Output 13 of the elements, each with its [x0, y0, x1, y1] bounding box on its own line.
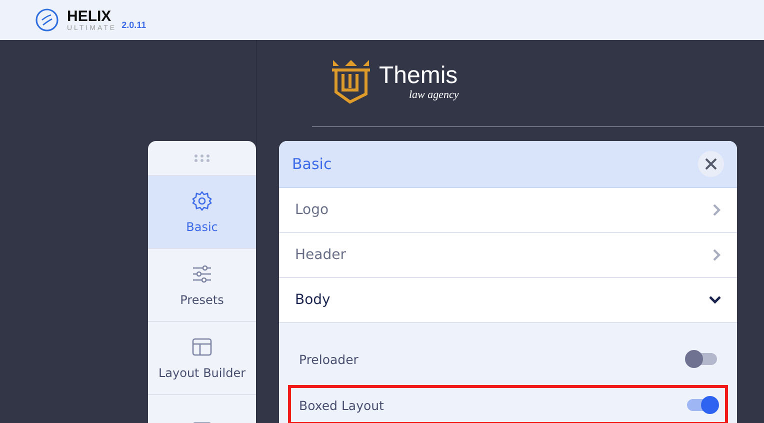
sidebar-item[interactable]: Basic — [148, 176, 256, 249]
panel-title: Basic — [292, 155, 332, 173]
site-logo-name: Themis — [379, 64, 459, 88]
sidebar-item[interactable]: Presets — [148, 249, 256, 322]
option-label: Preloader — [299, 352, 358, 366]
site-logo-tagline: law agency — [409, 90, 459, 100]
brand-name: HELIX — [67, 8, 112, 24]
option-label: Boxed Layout — [299, 398, 384, 412]
version-label: 2.0.11 — [122, 20, 146, 30]
accordion-header[interactable]: Logo — [279, 188, 737, 233]
accordion-header[interactable]: Header — [279, 233, 737, 278]
accordion-header[interactable]: Body — [279, 278, 737, 323]
sidebar-item[interactable]: Layout Builder — [148, 322, 256, 395]
